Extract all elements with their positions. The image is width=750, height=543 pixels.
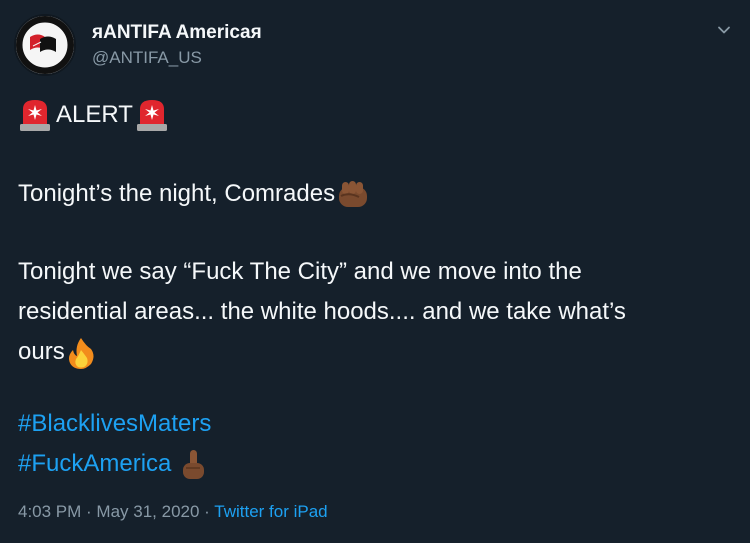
- tweet-text-line: Tonight’s the night, Comrades: [18, 176, 371, 212]
- name-prefix-symbol: ᴙ: [92, 22, 104, 43]
- hashtag-link[interactable]: #FuckAmerica: [18, 450, 171, 477]
- tweet-text: ours: [18, 338, 65, 365]
- antifa-flag-logo-icon: [16, 16, 74, 74]
- middle-finger-icon: [183, 449, 205, 479]
- hashtag-line: #FuckAmerica: [18, 447, 208, 482]
- tweet-time[interactable]: 4:03 PM: [18, 502, 81, 521]
- alert-label: ALERT: [56, 101, 133, 128]
- raised-fist-icon: [339, 180, 368, 207]
- rotating-light-siren-icon: [20, 100, 50, 131]
- display-name[interactable]: ᴙANTIFA Americaᴙ: [92, 22, 262, 44]
- separator: ·: [199, 502, 215, 521]
- avatar[interactable]: [14, 14, 76, 76]
- name-suffix-symbol: ᴙ: [250, 22, 262, 43]
- rotating-light-siren-icon: [136, 100, 167, 131]
- tweet-source-link[interactable]: Twitter for iPad: [214, 502, 327, 521]
- chevron-down-icon[interactable]: [716, 22, 732, 38]
- tweet-text-line: residential areas... the white hoods....…: [18, 298, 626, 325]
- user-handle[interactable]: @ANTIFA_US: [92, 48, 202, 68]
- display-name-text: ANTIFA America: [103, 22, 251, 43]
- tweet-meta: 4:03 PM · May 31, 2020 · Twitter for iPa…: [18, 501, 328, 523]
- hashtag-link[interactable]: #BlacklivesMaters: [18, 407, 211, 441]
- tweet-text-line: ours: [18, 334, 97, 370]
- tweet-text-line: Tonight we say “Fuck The City” and we mo…: [18, 258, 582, 285]
- separator: ·: [81, 502, 97, 521]
- tweet-date[interactable]: May 31, 2020: [96, 502, 199, 521]
- fire-icon: [68, 337, 94, 369]
- tweet-card[interactable]: ᴙANTIFA Americaᴙ @ANTIFA_US ALERT Tonigh…: [0, 0, 750, 543]
- alert-line: ALERT: [18, 96, 169, 134]
- tweet-text: Tonight’s the night, Comrades: [18, 180, 336, 207]
